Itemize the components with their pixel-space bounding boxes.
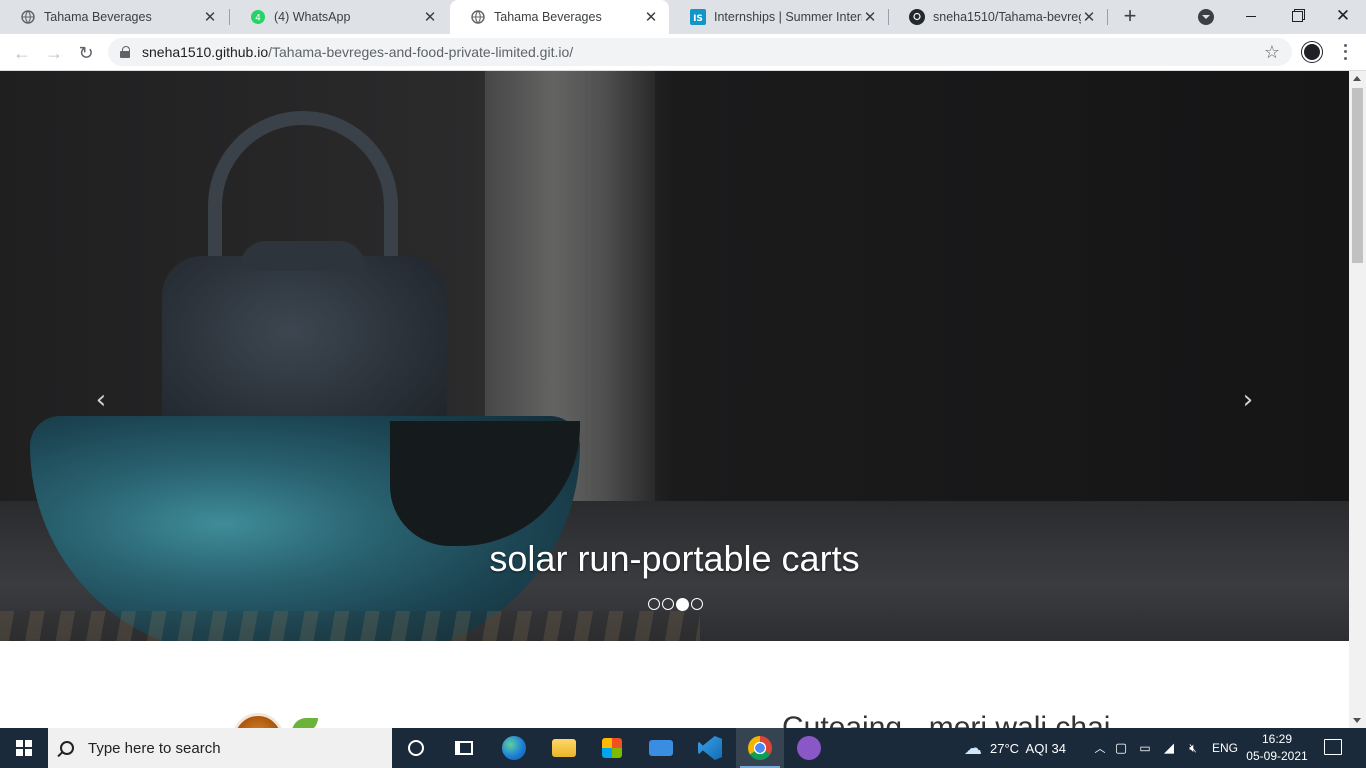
globe-icon [470, 9, 486, 25]
carousel-indicator-2[interactable] [662, 598, 674, 610]
taskbar-vscode[interactable] [686, 728, 734, 768]
about-section: Cuteaing - meri wali chai [0, 641, 1349, 728]
new-tab-button[interactable]: + [1118, 5, 1142, 29]
scrollbar-thumb[interactable] [1352, 88, 1363, 263]
taskbar-file-explorer[interactable] [540, 728, 588, 768]
start-button[interactable] [0, 728, 48, 768]
tab-github[interactable]: sneha1510/Tahama-bevreges- ✕ [889, 0, 1107, 34]
carousel-indicator-1[interactable] [648, 598, 660, 610]
reload-button[interactable]: ↻ [73, 40, 99, 66]
carousel-indicator-4[interactable] [691, 598, 703, 610]
scroll-up-arrow-icon[interactable] [1353, 76, 1361, 81]
globe-icon [20, 9, 36, 25]
carousel-next-arrow-icon[interactable]: › [1236, 387, 1260, 413]
language-indicator[interactable]: ENG [1212, 728, 1238, 768]
page-scrollbar[interactable] [1349, 71, 1366, 728]
task-view-button[interactable] [440, 728, 488, 768]
system-tray-icons: ︿ ▢ ▭ ◢ 🔇︎ [1091, 728, 1205, 768]
github-icon [909, 9, 925, 25]
carousel-indicator-3[interactable] [676, 597, 689, 611]
tab-divider [1107, 9, 1108, 25]
tea-leaves-image [0, 611, 700, 641]
windows-logo-icon [16, 740, 32, 756]
vscode-icon [698, 736, 722, 760]
close-window-button[interactable]: ✕ [1320, 0, 1366, 32]
bookmark-star-icon[interactable]: ☆ [1264, 42, 1280, 62]
taskbar-store[interactable] [588, 728, 636, 768]
cortana-circle-icon [408, 740, 424, 756]
mint-leaf-image [292, 718, 318, 728]
clock-time: 16:29 [1261, 732, 1293, 746]
carousel-prev-arrow-icon[interactable]: ‹ [89, 387, 113, 413]
cortana-button[interactable] [392, 728, 440, 768]
browser-toolbar: ← → ↻ sneha1510.github.io/Tahama-bevrege… [0, 34, 1366, 71]
url-host: sneha1510.github.io [142, 44, 269, 60]
store-icon [602, 738, 622, 758]
battery-icon[interactable]: ▭ [1133, 741, 1157, 755]
tab-search-icon[interactable] [1198, 9, 1214, 25]
tab-internshala[interactable]: IS Internships | Summer Internshi ✕ [670, 0, 888, 34]
taskbar-clock[interactable]: 16:29 05-09-2021 [1244, 731, 1310, 765]
internshala-icon: IS [690, 9, 706, 25]
kettle-lid-image [240, 241, 365, 271]
tea-cup-image [232, 713, 284, 728]
close-tab-icon[interactable]: ✕ [643, 9, 659, 26]
profile-avatar[interactable] [1302, 42, 1322, 62]
notification-center-icon[interactable] [1324, 739, 1342, 755]
search-icon [60, 741, 74, 755]
tab-title: Internships | Summer Internshi [714, 10, 862, 24]
section-heading: Cuteaing - meri wali chai [782, 711, 1111, 728]
windows-taskbar: Type here to search ☁ 27°C AQI 34 ︿ ▢ ▭ … [0, 728, 1366, 768]
task-view-icon [455, 741, 473, 755]
close-tab-icon[interactable]: ✕ [1081, 9, 1097, 26]
taskbar-github-desktop[interactable] [785, 728, 833, 768]
url-text[interactable]: sneha1510.github.io/Tahama-bevreges-and-… [142, 44, 573, 60]
maximize-button[interactable] [1274, 0, 1320, 32]
show-hidden-icons-icon[interactable]: ︿ [1091, 740, 1109, 756]
taskbar-chrome[interactable] [736, 728, 784, 768]
close-tab-icon[interactable]: ✕ [862, 9, 878, 26]
tab-tahama-beverages-active[interactable]: Tahama Beverages ✕ [450, 0, 669, 34]
edge-icon [502, 736, 526, 760]
carousel-caption: solar run-portable carts [489, 538, 860, 579]
whatsapp-icon: 4 [250, 9, 266, 25]
hero-carousel: ‹ › solar run-portable carts [0, 71, 1349, 641]
tab-title: Tahama Beverages [44, 10, 152, 24]
weather-widget[interactable]: ☁ 27°C AQI 34 [964, 728, 1066, 768]
browser-tab-strip: Tahama Beverages ✕ 4 (4) WhatsApp ✕ Taha… [0, 0, 1366, 34]
scroll-down-arrow-icon[interactable] [1353, 718, 1361, 723]
carousel-indicators [648, 597, 703, 611]
volume-muted-icon[interactable]: 🔇︎ [1181, 741, 1205, 756]
tab-title: Tahama Beverages [494, 10, 602, 24]
taskbar-mail[interactable] [637, 728, 685, 768]
address-bar[interactable]: sneha1510.github.io/Tahama-bevreges-and-… [108, 38, 1292, 66]
browser-menu-icon[interactable] [1337, 42, 1353, 62]
lock-icon[interactable] [120, 46, 130, 58]
taskbar-edge[interactable] [490, 728, 538, 768]
tab-title: sneha1510/Tahama-bevreges- [933, 10, 1081, 24]
github-desktop-icon [797, 736, 821, 760]
taskbar-search-placeholder: Type here to search [88, 739, 221, 757]
clock-date: 05-09-2021 [1246, 749, 1308, 763]
weather-text: 27°C AQI 34 [990, 740, 1067, 756]
svg-text:4: 4 [255, 14, 261, 24]
tab-tahama-beverages-1[interactable]: Tahama Beverages ✕ [0, 0, 228, 34]
minimize-button[interactable] [1228, 0, 1274, 32]
tab-whatsapp[interactable]: 4 (4) WhatsApp ✕ [230, 0, 448, 34]
forward-button[interactable]: → [41, 40, 67, 66]
svg-text:IS: IS [693, 14, 703, 24]
taskbar-search-box[interactable]: Type here to search [48, 728, 392, 768]
url-path: /Tahama-bevreges-and-food-private-limite… [268, 44, 574, 60]
back-button[interactable]: ← [9, 40, 35, 66]
close-tab-icon[interactable]: ✕ [422, 9, 438, 26]
meet-now-icon[interactable]: ▢ [1109, 740, 1133, 756]
wifi-icon[interactable]: ◢ [1157, 740, 1181, 756]
tab-title: (4) WhatsApp [274, 10, 351, 24]
cloud-icon: ☁ [964, 737, 982, 758]
chrome-icon [748, 736, 772, 760]
page-viewport: ‹ › solar run-portable carts Cuteaing - … [0, 71, 1366, 728]
mail-icon [649, 740, 673, 756]
close-tab-icon[interactable]: ✕ [202, 9, 218, 26]
folder-icon [552, 739, 576, 757]
